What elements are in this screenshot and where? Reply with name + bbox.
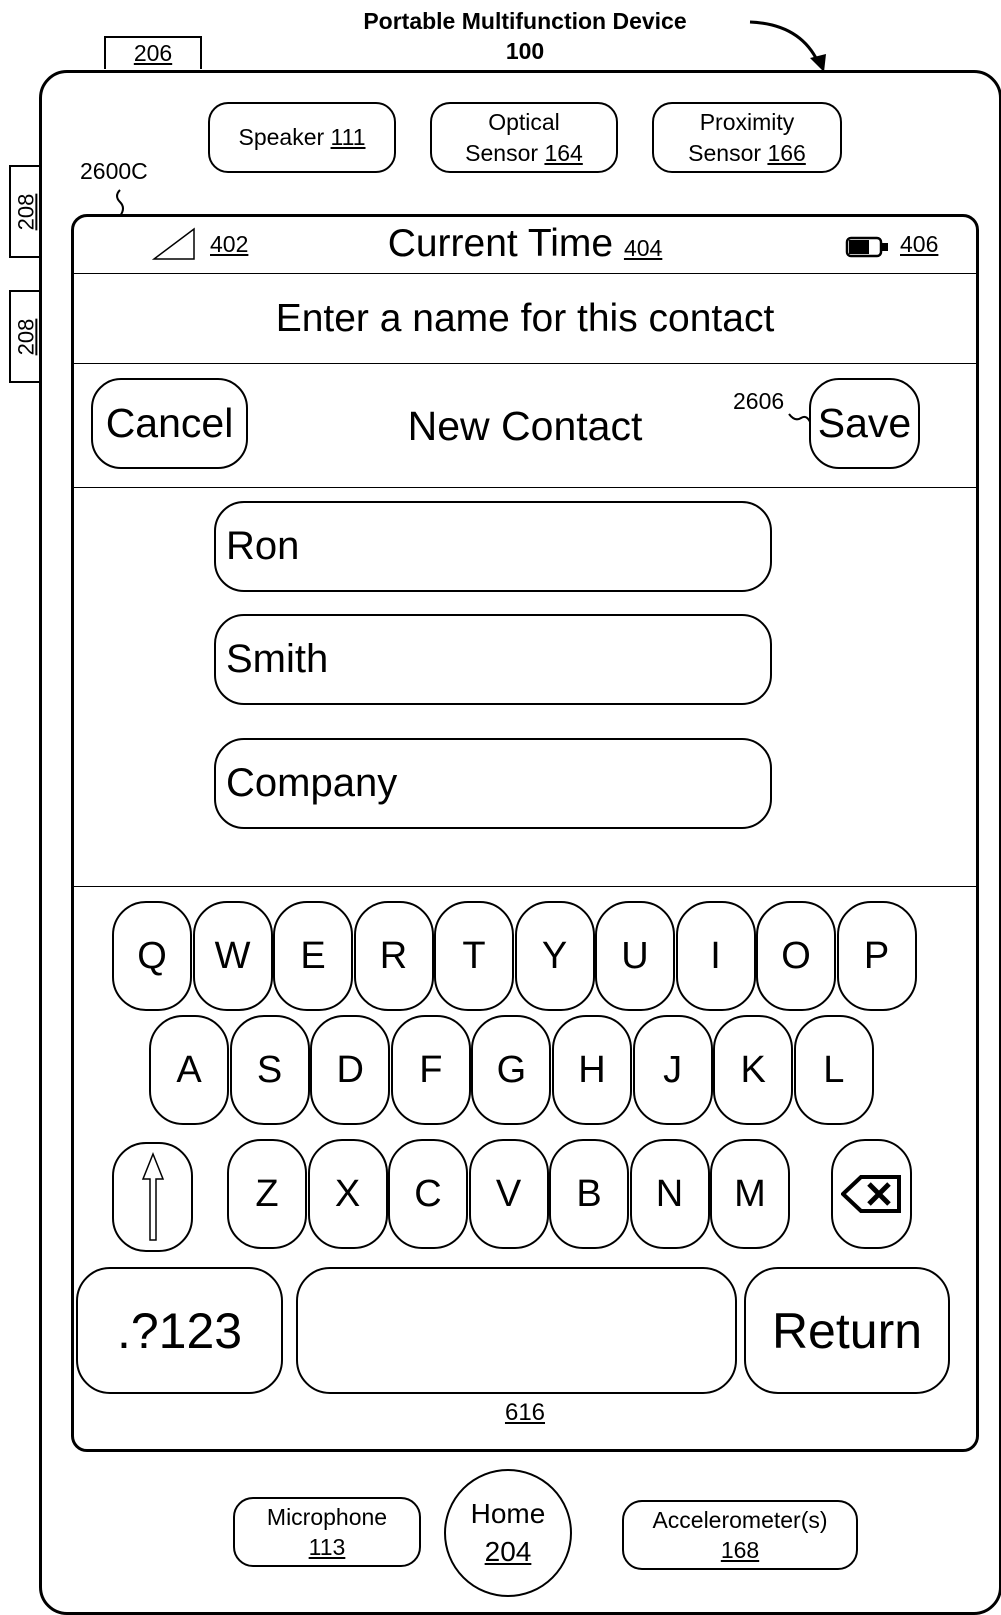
key-m[interactable]: M (710, 1139, 790, 1249)
nav-bar: Cancel New Contact 2606 Save (74, 364, 976, 488)
keyboard: QWERTYUIOP ASDFGHJKL ZXCVBNM .?123 Retur… (74, 886, 976, 1449)
current-time-label: Current Time (387, 222, 614, 265)
save-button[interactable]: Save (809, 378, 920, 469)
touch-screen: 402 Current Time 404 406 Enter a name fo… (71, 214, 979, 1452)
key-z[interactable]: Z (227, 1139, 307, 1249)
current-time: Current Time 404 (74, 220, 976, 272)
key-l[interactable]: L (793, 1015, 874, 1125)
proximity-ref: 166 (767, 139, 806, 166)
microphone-label: Microphone (266, 1504, 388, 1530)
home-label: Home (470, 1498, 546, 1529)
ref-208-label-top: 208 (13, 193, 38, 230)
save-ref-label: 2606 (733, 388, 785, 414)
speaker-label: Speaker (238, 124, 325, 150)
side-button-208-bottom: 208 (9, 290, 41, 383)
home-ref: 204 (484, 1536, 532, 1567)
current-time-ref: 404 (623, 235, 663, 261)
accelerometer-ref: 168 (720, 1537, 760, 1563)
key-x[interactable]: X (307, 1139, 388, 1249)
numbers-key[interactable]: .?123 (76, 1267, 283, 1394)
status-bar: 402 Current Time 404 406 (74, 217, 976, 274)
key-o[interactable]: O (756, 901, 836, 1011)
shift-arrow-icon (141, 1151, 164, 1241)
accelerometer-label: Accelerometer(s) (652, 1507, 828, 1533)
ref-206-label: 206 (133, 40, 173, 66)
company-field[interactable]: Company (214, 738, 772, 829)
proximity-line1: Proximity (699, 108, 795, 135)
home-button[interactable]: Home 204 (444, 1469, 572, 1597)
ref-208-label-bottom: 208 (13, 318, 38, 355)
return-key[interactable]: Return (744, 1267, 950, 1394)
optical-ref: 164 (544, 139, 583, 166)
side-button-208-top: 208 (9, 165, 41, 258)
key-f[interactable]: F (390, 1015, 471, 1125)
key-s[interactable]: S (229, 1015, 310, 1125)
key-u[interactable]: U (595, 901, 675, 1011)
delete-key[interactable] (831, 1139, 912, 1249)
accelerometer-box: Accelerometer(s) 168 (622, 1500, 858, 1570)
screen-ref-label: 2600C (80, 158, 148, 184)
key-q[interactable]: Q (112, 901, 192, 1011)
optical-line1: Optical (488, 108, 560, 135)
key-v[interactable]: V (468, 1139, 549, 1249)
ref-206-tab: 206 (104, 36, 202, 69)
key-j[interactable]: J (632, 1015, 713, 1125)
key-p[interactable]: P (836, 901, 917, 1011)
battery-ref: 406 (900, 231, 939, 257)
key-d[interactable]: D (310, 1015, 391, 1125)
key-n[interactable]: N (629, 1139, 710, 1249)
figure-title-text: Portable Multifunction Device (363, 8, 687, 34)
contact-name-prompt: Enter a name for this contact (74, 274, 976, 364)
proximity-sensor-box: Proximity Sensor 166 (652, 102, 842, 173)
key-r[interactable]: R (353, 901, 434, 1011)
key-k[interactable]: K (713, 1015, 794, 1125)
key-b[interactable]: B (549, 1139, 629, 1249)
key-i[interactable]: I (675, 901, 756, 1011)
optical-line2: Sensor 164 (465, 138, 583, 169)
last-name-field[interactable]: Smith (214, 614, 772, 705)
key-e[interactable]: E (273, 901, 353, 1011)
proximity-sensor-label: Sensor (688, 139, 762, 166)
speaker-ref: 111 (330, 124, 366, 150)
keyboard-ref: 616 (504, 1399, 546, 1426)
shift-key[interactable] (112, 1142, 193, 1252)
microphone-box: Microphone 113 (233, 1497, 421, 1567)
key-y[interactable]: Y (514, 901, 595, 1011)
microphone-ref: 113 (308, 1534, 346, 1560)
battery-icon (845, 236, 888, 258)
speaker-box: Speaker 111 (208, 102, 396, 173)
speaker-text: Speaker 111 (238, 122, 365, 153)
key-a[interactable]: A (149, 1015, 229, 1125)
proximity-line2: Sensor 166 (688, 138, 806, 169)
key-h[interactable]: H (552, 1015, 632, 1125)
key-g[interactable]: G (471, 1015, 552, 1125)
space-bar[interactable] (296, 1267, 737, 1394)
optical-sensor-box: Optical Sensor 164 (430, 102, 618, 173)
optical-sensor-label: Sensor (465, 139, 539, 166)
first-name-field[interactable]: Ron (214, 501, 772, 592)
key-c[interactable]: C (388, 1139, 468, 1249)
key-w[interactable]: W (192, 901, 273, 1011)
pointer-arrow-icon (749, 20, 826, 72)
backspace-icon (840, 1175, 901, 1213)
key-t[interactable]: T (434, 901, 514, 1011)
